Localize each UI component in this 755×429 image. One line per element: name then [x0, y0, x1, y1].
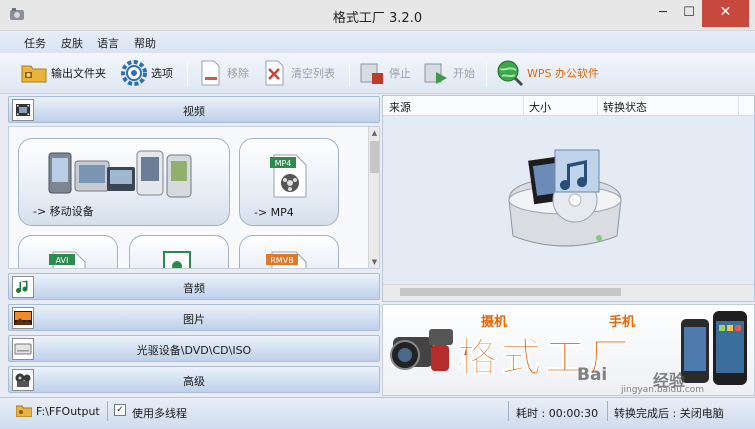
column-divider[interactable] — [523, 96, 524, 116]
remove-label: 移除 — [227, 67, 249, 80]
watermark-url: jingyan.baidu.com — [621, 385, 705, 395]
document-remove-icon — [196, 59, 224, 87]
wps-office-button[interactable]: WPS 办公软件 — [496, 59, 599, 87]
video-file-icon — [163, 251, 191, 268]
mobile-devices-icon — [48, 150, 192, 198]
menu-skin[interactable]: 皮肤 — [61, 35, 83, 51]
remove-button[interactable]: 移除 — [196, 59, 249, 87]
task-list[interactable]: 来源 大小 转换状态 — [382, 95, 755, 302]
maximize-button[interactable]: ☐ — [676, 0, 702, 27]
category-advanced[interactable]: 高级 — [8, 366, 380, 393]
output-folder-icon[interactable] — [15, 405, 33, 420]
column-source[interactable]: 来源 — [389, 99, 411, 115]
rmvb-file-icon: RMVB — [266, 251, 307, 268]
watermark-baidu: Bai — [577, 365, 608, 385]
format-factory-logo — [508, 149, 622, 247]
folder-icon — [20, 59, 48, 87]
stop-icon — [358, 59, 386, 87]
options-label: 选项 — [151, 67, 173, 80]
tile-mobile-device[interactable]: -> 移动设备 — [18, 138, 230, 226]
menu-language[interactable]: 语言 — [97, 35, 119, 51]
title-bar: 格式工厂 3.2.0 ─ ☐ ✕ — [0, 0, 755, 31]
start-button[interactable]: 开始 — [422, 59, 475, 87]
multithread-checkbox[interactable]: ✓ — [114, 404, 126, 416]
window-title: 格式工厂 3.2.0 — [332, 11, 423, 26]
scroll-thumb[interactable] — [370, 141, 379, 173]
status-separator — [508, 401, 509, 421]
menu-help[interactable]: 帮助 — [134, 35, 156, 51]
column-size[interactable]: 大小 — [529, 99, 551, 115]
menu-bar: 任务 皮肤 语言 帮助 — [0, 31, 755, 53]
category-video[interactable]: 视频 — [8, 96, 380, 123]
status-separator — [607, 401, 608, 421]
avi-file-icon: AVI — [49, 251, 86, 268]
toolbar-separator — [187, 62, 188, 86]
category-image[interactable]: 图片 — [8, 304, 380, 331]
category-audio[interactable]: 音频 — [8, 273, 380, 300]
options-button[interactable]: 选项 — [120, 59, 173, 87]
category-video-label: 视频 — [183, 105, 205, 118]
wps-globe-icon — [496, 59, 524, 87]
category-image-label: 图片 — [183, 313, 205, 326]
rmvb-badge-text: RMVB — [270, 256, 293, 265]
gear-icon — [120, 59, 148, 87]
avi-badge-text: AVI — [56, 256, 69, 265]
close-button[interactable]: ✕ — [702, 0, 749, 27]
video-tiles-area: -> 移动设备 MP4 -> MP4 AVI RMVB ▲ ▼ — [8, 126, 380, 269]
task-list-header: 来源 大小 转换状态 — [383, 96, 754, 116]
after-convert-action[interactable]: 转换完成后 : 关闭电脑 — [614, 405, 724, 421]
column-divider[interactable] — [597, 96, 598, 116]
elapsed-time: 耗时 : 00:00:30 — [516, 407, 599, 420]
multithread-label: 使用多线程 — [132, 407, 187, 420]
horizontal-scroll-thumb[interactable] — [400, 288, 621, 296]
status-bar: F:\FFOutput ✓ 使用多线程 耗时 : 00:00:30 转换完成后 … — [0, 397, 755, 429]
tile-3gp[interactable] — [129, 235, 229, 268]
ad-banner[interactable]: 摄机 手机 格式工厂 Bai 经验 jingyan.baidu.com — [382, 304, 755, 396]
category-optical-label: 光驱设备\DVD\CD\ISO — [136, 344, 252, 357]
clear-list-icon — [260, 59, 288, 87]
stop-button[interactable]: 停止 — [358, 59, 411, 87]
category-optical[interactable]: 光驱设备\DVD\CD\ISO — [8, 335, 380, 362]
column-status[interactable]: 转换状态 — [603, 99, 647, 115]
toolbar-separator — [486, 62, 487, 86]
mp4-file-icon: MP4 — [270, 154, 307, 198]
stop-label: 停止 — [389, 67, 411, 80]
category-audio-label: 音频 — [183, 282, 205, 295]
tile-mobile-label: -> 移动设备 — [33, 205, 94, 218]
toolbar-separator — [349, 62, 350, 86]
tile-mp4-label: -> MP4 — [254, 206, 294, 219]
wps-office-label: WPS 办公软件 — [527, 67, 599, 80]
start-label: 开始 — [453, 67, 475, 80]
scroll-down-icon[interactable]: ▼ — [369, 256, 379, 268]
vertical-scrollbar[interactable]: ▲ ▼ — [368, 127, 379, 268]
scroll-up-icon[interactable]: ▲ — [369, 127, 379, 139]
status-separator — [107, 401, 108, 421]
tile-mp4[interactable]: MP4 -> MP4 — [239, 138, 339, 226]
mp4-badge-text: MP4 — [275, 159, 292, 168]
play-icon — [422, 59, 450, 87]
output-path[interactable]: F:\FFOutput — [36, 405, 100, 418]
camcorder-icon — [390, 329, 453, 371]
clear-list-label: 清空列表 — [291, 67, 335, 80]
menu-task[interactable]: 任务 — [24, 35, 46, 51]
category-panel: 视频 -> 移动设备 MP4 -> MP4 AVI RMVB ▲ ▼ 音频 图片… — [8, 96, 380, 394]
output-folder-button[interactable]: 输出文件夹 — [20, 59, 106, 87]
smartphone-icon — [681, 311, 747, 385]
toolbar: 输出文件夹 选项 移除 清空列表 停止 开始 WPS 办公软件 — [0, 53, 755, 94]
horizontal-scrollbar[interactable] — [383, 284, 754, 298]
tile-rmvb[interactable]: RMVB — [239, 235, 339, 268]
column-divider[interactable] — [738, 96, 739, 116]
tile-avi[interactable]: AVI — [18, 235, 118, 268]
output-folder-label: 输出文件夹 — [51, 67, 106, 80]
minimize-button[interactable]: ─ — [650, 0, 676, 27]
category-advanced-label: 高级 — [183, 375, 205, 388]
clear-list-button[interactable]: 清空列表 — [260, 59, 335, 87]
